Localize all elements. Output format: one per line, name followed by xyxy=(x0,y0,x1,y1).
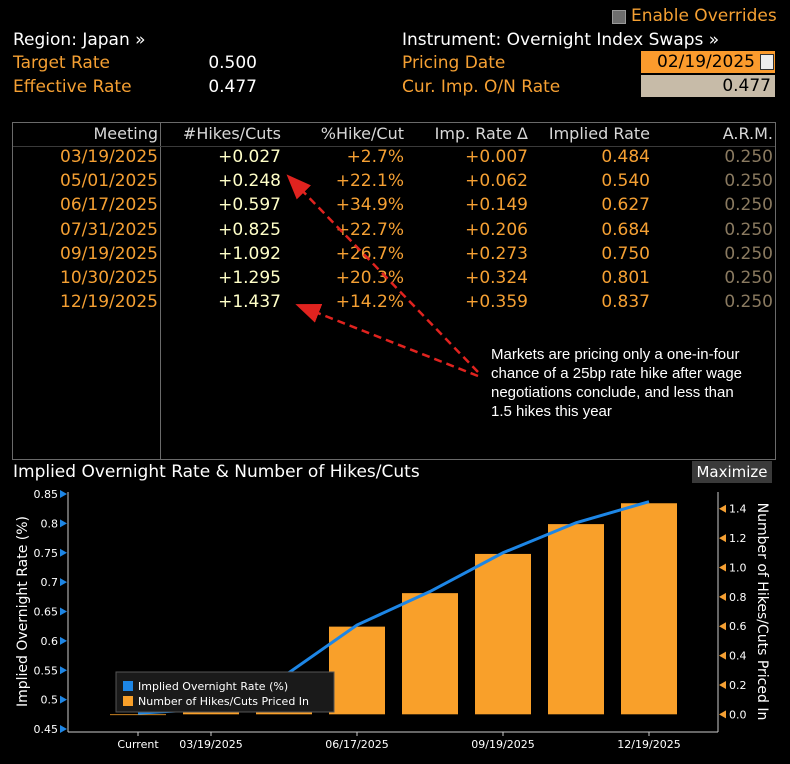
arrow-to-0501 xyxy=(286,174,479,373)
x-tick-label: 06/17/2025 xyxy=(325,738,388,751)
left-tick-marker xyxy=(60,725,67,733)
left-tick-marker xyxy=(60,607,67,616)
y-tick-label: 0.45 xyxy=(34,723,59,736)
left-tick-marker xyxy=(60,519,67,528)
x-tick-label: 12/19/2025 xyxy=(617,738,680,751)
bar-10/30/2025 xyxy=(548,524,604,715)
y2-tick-label: 0.6 xyxy=(729,620,747,633)
right-tick-marker xyxy=(719,622,726,631)
legend-label-line: Implied Overnight Rate (%) xyxy=(138,680,288,693)
right-tick-marker xyxy=(719,504,726,513)
x-tick-label: Current xyxy=(117,738,159,751)
y2-tick-label: 0.0 xyxy=(729,708,747,721)
implied-rate-chart: 0.85 0.8 0.75 0.7 0.65 0.6 0.55 0.5 0.45 1.4 1.2 1.… xyxy=(15,488,770,751)
right-tick-marker xyxy=(719,534,726,543)
y-tick-label: 0.8 xyxy=(41,517,59,530)
left-tick-marker xyxy=(60,548,67,557)
y2-tick-label: 1.0 xyxy=(729,561,747,574)
left-tick-marker xyxy=(60,578,67,587)
left-tick-marker xyxy=(60,490,67,498)
bar-12/19/2025 xyxy=(621,503,677,715)
x-tick-label: 03/19/2025 xyxy=(179,738,242,751)
right-tick-marker xyxy=(719,710,726,719)
left-tick-marker xyxy=(60,636,67,645)
y-tick-label: 0.6 xyxy=(41,635,59,648)
annotation-text: Markets are pricing only a one-in-four c… xyxy=(491,346,743,420)
bar-Current xyxy=(110,714,166,716)
maximize-button[interactable]: Maximize xyxy=(692,461,772,483)
y-axis-label: Implied Overnight Rate (%) xyxy=(15,516,31,707)
right-tick-marker xyxy=(719,592,726,601)
y2-tick-label: 0.8 xyxy=(729,591,747,604)
y-tick-label: 0.7 xyxy=(41,576,59,589)
chart-title: Implied Overnight Rate & Number of Hikes… xyxy=(13,462,420,482)
left-tick-marker xyxy=(60,666,67,675)
y2-tick-label: 1.4 xyxy=(729,503,747,516)
bar-07/31/2025 xyxy=(402,593,458,715)
y2-tick-label: 0.2 xyxy=(729,679,747,692)
y2-tick-label: 1.2 xyxy=(729,532,747,545)
y-tick-label: 0.5 xyxy=(41,694,59,707)
left-tick-marker xyxy=(60,695,67,704)
y-tick-label: 0.75 xyxy=(34,547,59,560)
y-tick-label: 0.85 xyxy=(34,488,59,501)
legend-swatch-line xyxy=(123,681,133,691)
y2-axis-label: Number of Hikes/Cuts Priced In xyxy=(754,503,770,721)
legend-label-bar: Number of Hikes/Cuts Priced In xyxy=(138,695,309,708)
y-tick-label: 0.65 xyxy=(34,606,59,619)
right-tick-marker xyxy=(719,563,726,572)
right-tick-marker xyxy=(719,680,726,689)
y-tick-label: 0.55 xyxy=(34,664,59,677)
bar-09/19/2025 xyxy=(475,553,531,715)
x-tick-label: 09/19/2025 xyxy=(471,738,534,751)
y2-tick-label: 0.4 xyxy=(729,650,747,663)
right-tick-marker xyxy=(719,651,726,660)
arrow-to-1219 xyxy=(295,304,479,378)
legend-swatch-bar xyxy=(123,696,133,706)
